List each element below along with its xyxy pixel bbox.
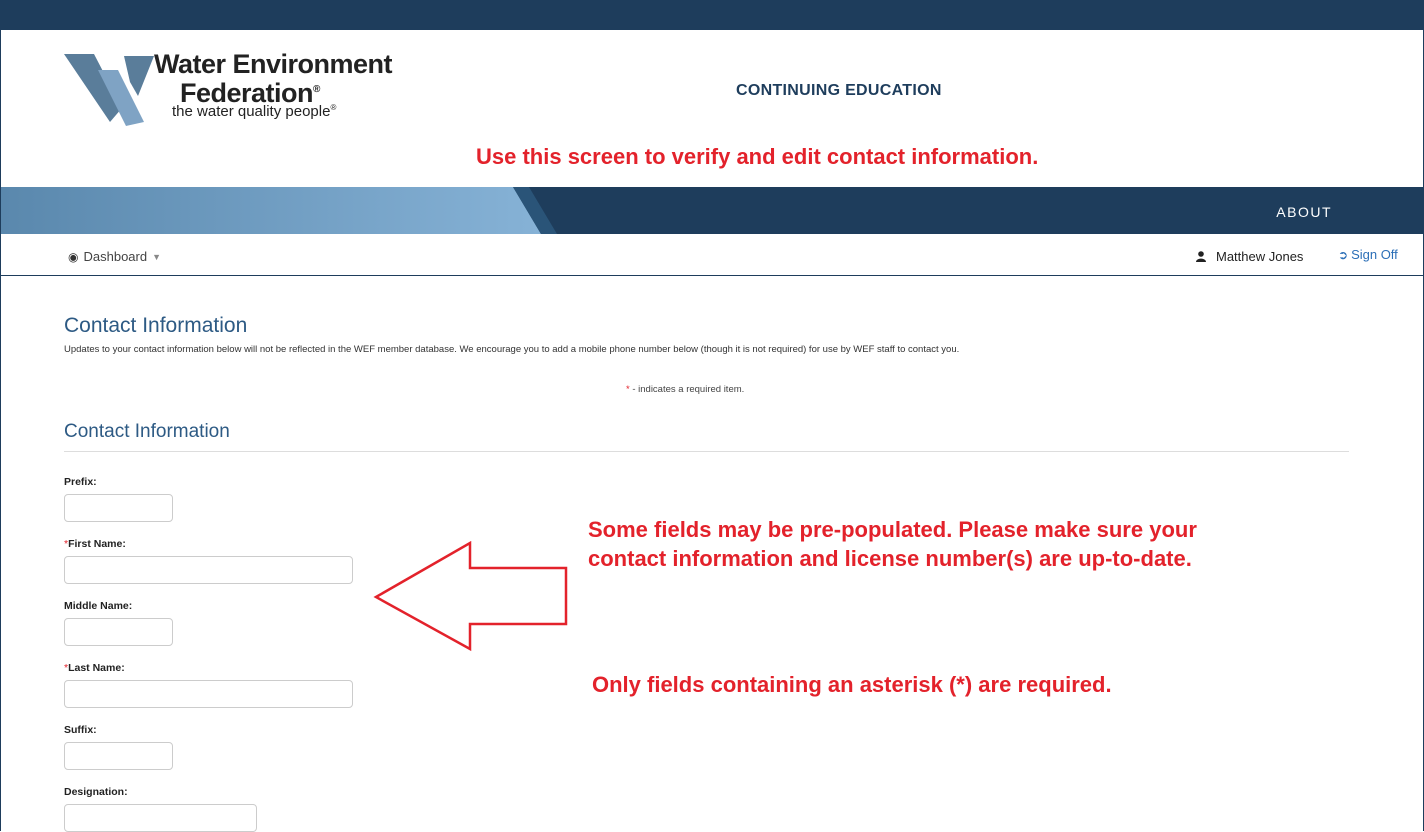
user-menu[interactable]: Matthew Jones: [1196, 249, 1303, 264]
last-name-label-text: Last Name:: [68, 662, 125, 674]
first-name-label: *First Name:: [64, 538, 126, 550]
section-divider: [64, 451, 1349, 452]
middle-name-label: Middle Name:: [64, 600, 132, 612]
contact-info-section-heading: Contact Information: [64, 421, 230, 442]
required-note-text: - indicates a required item.: [629, 384, 745, 395]
annotation-middle: Some fields may be pre-populated. Please…: [588, 515, 1197, 573]
nav-banner: [1, 187, 1423, 234]
caret-down-icon: ▼: [152, 251, 162, 262]
logo-tagline-text: the water quality people: [172, 103, 331, 120]
dashboard-icon: ◉: [68, 249, 79, 264]
annotation-bottom: Only fields containing an asterisk (*) a…: [592, 672, 1112, 697]
designation-input[interactable]: [64, 804, 257, 832]
annotation-top: Use this screen to verify and edit conta…: [476, 144, 1039, 169]
page-title: CONTINUING EDUCATION: [736, 82, 942, 99]
suffix-label: Suffix:: [64, 724, 97, 736]
dashboard-menu[interactable]: ◉ Dashboard ▼: [68, 249, 161, 264]
contact-info-description: Updates to your contact information belo…: [64, 344, 960, 355]
suffix-input[interactable]: [64, 742, 173, 770]
logo-reg-mark: ®: [313, 84, 320, 95]
prefix-input[interactable]: [64, 494, 173, 522]
user-icon: [1196, 251, 1206, 262]
contact-info-heading: Contact Information: [64, 314, 248, 337]
logo-tagline-mark: ®: [330, 103, 337, 112]
required-note: * - indicates a required item.: [626, 384, 744, 395]
logo-tagline: the water quality people®: [172, 103, 336, 120]
top-bar: [0, 0, 1424, 30]
about-link[interactable]: ABOUT: [1276, 204, 1332, 220]
designation-label: Designation:: [64, 786, 128, 798]
suffix-label-text: Suffix:: [64, 724, 97, 736]
first-name-input[interactable]: [64, 556, 353, 584]
first-name-label-text: First Name:: [68, 538, 126, 550]
annotation-middle-line2: contact information and license number(s…: [588, 546, 1192, 571]
last-name-input[interactable]: [64, 680, 353, 708]
sign-out-icon: ➲: [1338, 247, 1349, 262]
sign-off-link[interactable]: ➲ Sign Off: [1338, 247, 1398, 262]
prefix-label-text: Prefix:: [64, 476, 97, 488]
left-arrow-annotation-icon: [373, 541, 568, 652]
prefix-label: Prefix:: [64, 476, 97, 488]
wef-logo-mark-icon: [64, 54, 154, 126]
wef-logo[interactable]: Water Environment Federation® the water …: [64, 50, 424, 130]
logo-name-line1: Water Environment: [154, 49, 393, 79]
sign-off-label: Sign Off: [1351, 247, 1398, 262]
annotation-middle-line1: Some fields may be pre-populated. Please…: [588, 517, 1197, 542]
dashboard-label: Dashboard: [83, 249, 148, 264]
user-name: Matthew Jones: [1216, 249, 1304, 264]
middle-name-label-text: Middle Name:: [64, 600, 133, 612]
designation-label-text: Designation:: [64, 786, 128, 798]
last-name-label: *Last Name:: [64, 662, 125, 674]
middle-name-input[interactable]: [64, 618, 173, 646]
